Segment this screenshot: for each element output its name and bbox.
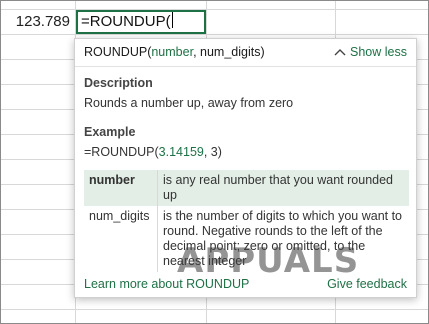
description-text: Rounds a number up, away from zero xyxy=(84,96,294,110)
show-less-button[interactable]: Show less xyxy=(334,45,407,59)
parameter-name: number xyxy=(84,170,158,206)
chevron-up-icon xyxy=(334,49,346,56)
example-function: =ROUNDUP( xyxy=(84,145,159,159)
signature-remaining-arguments: , num_digits) xyxy=(193,45,265,59)
cell-a1-value[interactable]: 123.789 xyxy=(1,10,70,34)
example-rest: , 3) xyxy=(203,145,222,159)
description-title: Description xyxy=(84,76,153,90)
active-cell-editor[interactable]: =ROUNDUP( xyxy=(76,10,206,34)
example-formula: =ROUNDUP(3.14159, 3) xyxy=(84,145,222,159)
text-cursor-icon xyxy=(171,12,173,28)
show-less-label: Show less xyxy=(350,45,407,59)
signature-function-name: ROUNDUP( xyxy=(84,45,152,59)
grid-line xyxy=(1,309,428,310)
parameter-description: is the number of digits to which you wan… xyxy=(163,209,403,268)
learn-more-link[interactable]: Learn more about ROUNDUP xyxy=(84,277,249,291)
signature-active-argument[interactable]: number xyxy=(151,45,193,59)
function-tooltip: ROUNDUP(number, num_digits) Show less De… xyxy=(74,38,417,298)
parameter-table: number is any real number that you want … xyxy=(84,170,409,272)
formula-text: =ROUNDUP( xyxy=(81,13,171,30)
parameter-description: is any real number that you want rounded… xyxy=(163,173,393,202)
parameter-row: num_digits is the number of digits to wh… xyxy=(84,206,409,272)
example-title: Example xyxy=(84,125,136,139)
function-signature: ROUNDUP(number, num_digits) xyxy=(84,45,265,59)
grid-line xyxy=(1,34,428,35)
parameter-row: number is any real number that you want … xyxy=(84,170,409,206)
give-feedback-link[interactable]: Give feedback xyxy=(327,277,407,291)
tooltip-divider xyxy=(75,66,416,67)
spreadsheet-view: 123.789 =ROUNDUP( ROUNDUP(number, num_di… xyxy=(0,0,429,324)
parameter-name: num_digits xyxy=(84,206,158,272)
example-argument: 3.14159 xyxy=(158,145,204,159)
